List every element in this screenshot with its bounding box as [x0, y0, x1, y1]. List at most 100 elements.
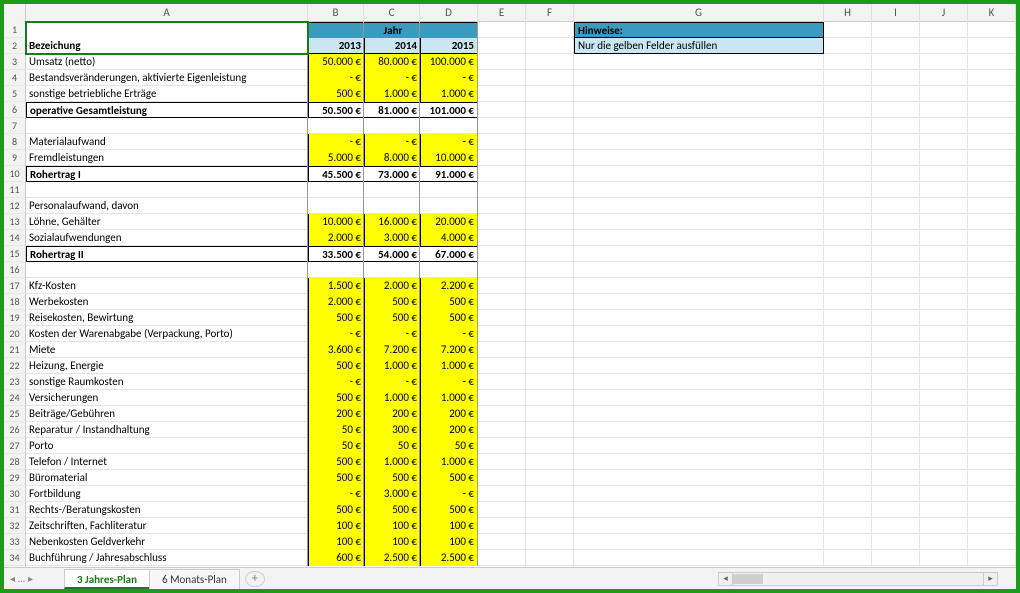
row-header-18[interactable]: 18 [4, 294, 25, 310]
row-25-label[interactable]: Beiträge/Gebühren [26, 406, 308, 422]
row-21-val-1[interactable]: 7.200 € [364, 342, 420, 358]
row-5-val-2[interactable]: 1.000 € [420, 86, 478, 102]
col-header-C[interactable]: C [364, 4, 420, 22]
row-header-8[interactable]: 8 [4, 134, 25, 150]
row-10-val-2[interactable]: 91.000 € [420, 166, 478, 182]
row-29-val-1[interactable]: 500 € [364, 470, 420, 486]
row-8-val-1[interactable]: - € [364, 134, 420, 150]
row-14-val-0[interactable]: 2.000 € [308, 230, 364, 246]
row-6-val-1[interactable]: 81.000 € [364, 102, 420, 118]
col-header-F[interactable]: F [526, 4, 574, 22]
row-header-2[interactable]: 2 [4, 38, 25, 54]
row-29-val-0[interactable]: 500 € [308, 470, 364, 486]
row-header-30[interactable]: 30 [4, 486, 25, 502]
row-8-val-2[interactable]: - € [420, 134, 478, 150]
col-header-E[interactable]: E [478, 4, 526, 22]
row-8-label[interactable]: Materialaufwand [26, 134, 308, 150]
select-all-corner[interactable] [4, 4, 26, 22]
col-header-D[interactable]: D [420, 4, 478, 22]
row-16-val-0[interactable] [308, 262, 364, 278]
row-16-val-1[interactable] [364, 262, 420, 278]
row-34-label[interactable]: Buchführung / Jahresabschluss [26, 550, 308, 566]
row-11-val-2[interactable] [420, 182, 478, 198]
row-9-val-1[interactable]: 8.000 € [364, 150, 420, 166]
row-27-val-0[interactable]: 50 € [308, 438, 364, 454]
row-20-label[interactable]: Kosten der Warenabgabe (Verpackung, Port… [26, 326, 308, 342]
scroll-thumb[interactable] [733, 574, 763, 584]
row-header-21[interactable]: 21 [4, 342, 25, 358]
col-header-I[interactable]: I [872, 4, 920, 22]
row-26-val-1[interactable]: 300 € [364, 422, 420, 438]
row-14-val-2[interactable]: 4.000 € [420, 230, 478, 246]
row-header-11[interactable]: 11 [4, 182, 25, 198]
row-header-27[interactable]: 27 [4, 438, 25, 454]
row-13-val-2[interactable]: 20.000 € [420, 214, 478, 230]
row-3-val-0[interactable]: 50.000 € [308, 54, 364, 70]
row-23-val-1[interactable]: - € [364, 374, 420, 390]
row-21-val-2[interactable]: 7.200 € [420, 342, 478, 358]
row-header-1[interactable]: 1 [4, 22, 25, 38]
row-30-val-0[interactable]: - € [308, 486, 364, 502]
row-header-20[interactable]: 20 [4, 326, 25, 342]
row-30-val-1[interactable]: 3.000 € [364, 486, 420, 502]
row-19-label[interactable]: Reisekosten, Bewirtung [26, 310, 308, 326]
row-22-val-2[interactable]: 1.000 € [420, 358, 478, 374]
row-24-val-2[interactable]: 1.000 € [420, 390, 478, 406]
row-15-val-0[interactable]: 33.500 € [308, 246, 364, 262]
row-7-val-1[interactable] [364, 118, 420, 134]
row-10-val-1[interactable]: 73.000 € [364, 166, 420, 182]
row-12-val-1[interactable] [364, 198, 420, 214]
row-14-label[interactable]: Sozialaufwendungen [26, 230, 308, 246]
row-header-24[interactable]: 24 [4, 390, 25, 406]
row-17-val-2[interactable]: 2.200 € [420, 278, 478, 294]
row-5-val-1[interactable]: 1.000 € [364, 86, 420, 102]
row-24-val-1[interactable]: 1.000 € [364, 390, 420, 406]
col-header-A[interactable]: A [26, 4, 308, 22]
row-32-val-0[interactable]: 100 € [308, 518, 364, 534]
row-22-label[interactable]: Heizung, Energie [26, 358, 308, 374]
row-header-3[interactable]: 3 [4, 54, 25, 70]
row-32-val-2[interactable]: 100 € [420, 518, 478, 534]
row-17-val-1[interactable]: 2.000 € [364, 278, 420, 294]
scroll-left-icon[interactable]: ◂ [719, 573, 733, 585]
row-20-val-1[interactable]: - € [364, 326, 420, 342]
col-header-K[interactable]: K [968, 4, 1016, 22]
row-25-val-1[interactable]: 200 € [364, 406, 420, 422]
row-30-label[interactable]: Fortbildung [26, 486, 308, 502]
row-9-val-2[interactable]: 10.000 € [420, 150, 478, 166]
tab-prev-icon[interactable]: … [18, 572, 25, 585]
row-33-val-0[interactable]: 100 € [308, 534, 364, 550]
row-30-val-2[interactable]: - € [420, 486, 478, 502]
row-header-26[interactable]: 26 [4, 422, 25, 438]
row-header-28[interactable]: 28 [4, 454, 25, 470]
row-17-val-0[interactable]: 1.500 € [308, 278, 364, 294]
row-4-val-1[interactable]: - € [364, 70, 420, 86]
row-header-9[interactable]: 9 [4, 150, 25, 166]
row-34-val-0[interactable]: 600 € [308, 550, 364, 566]
row-header-13[interactable]: 13 [4, 214, 25, 230]
row-header-32[interactable]: 32 [4, 518, 25, 534]
row-16-label[interactable] [26, 262, 308, 278]
sheet-tab-other[interactable]: 6 Monats-Plan [149, 569, 240, 589]
row-26-val-2[interactable]: 200 € [420, 422, 478, 438]
row-25-val-0[interactable]: 200 € [308, 406, 364, 422]
row-3-val-2[interactable]: 100.000 € [420, 54, 478, 70]
row-21-val-0[interactable]: 3.600 € [308, 342, 364, 358]
row-11-val-0[interactable] [308, 182, 364, 198]
scroll-right-icon[interactable]: ▸ [983, 573, 997, 585]
row-33-val-2[interactable]: 100 € [420, 534, 478, 550]
row-12-val-0[interactable] [308, 198, 364, 214]
row-26-val-0[interactable]: 50 € [308, 422, 364, 438]
row-34-val-2[interactable]: 2.500 € [420, 550, 478, 566]
row-24-label[interactable]: Versicherungen [26, 390, 308, 406]
row-23-val-0[interactable]: - € [308, 374, 364, 390]
col-header-J[interactable]: J [920, 4, 968, 22]
row-18-val-2[interactable]: 500 € [420, 294, 478, 310]
row-header-25[interactable]: 25 [4, 406, 25, 422]
row-26-label[interactable]: Reparatur / Instandhaltung [26, 422, 308, 438]
row-15-val-2[interactable]: 67.000 € [420, 246, 478, 262]
row-header-29[interactable]: 29 [4, 470, 25, 486]
row-12-label[interactable]: Personalaufwand, davon [26, 198, 308, 214]
row-4-val-0[interactable]: - € [308, 70, 364, 86]
row-19-val-0[interactable]: 500 € [308, 310, 364, 326]
